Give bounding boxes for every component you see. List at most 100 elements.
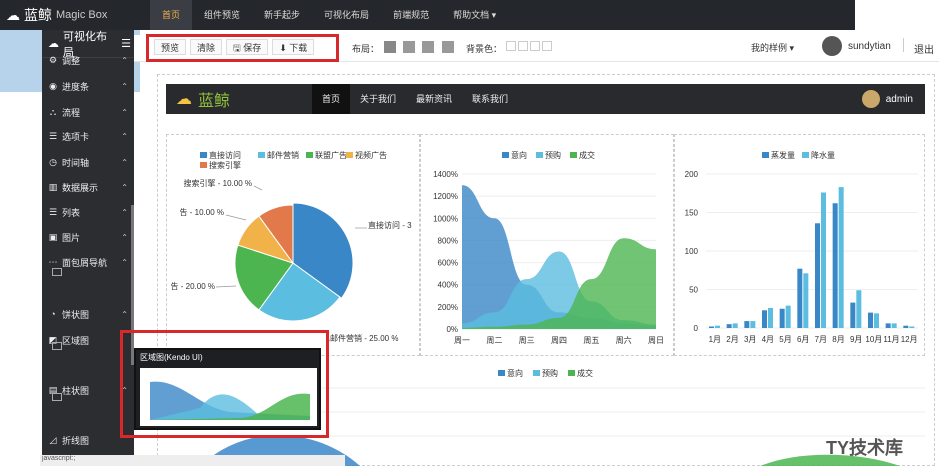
bar[interactable] xyxy=(750,321,756,328)
y-tick-label: 1200% xyxy=(433,192,458,201)
bar[interactable] xyxy=(732,323,738,328)
bottom-chart-legend: 意向 预购 成交 xyxy=(498,368,593,379)
x-tick-label: 6月 xyxy=(797,335,809,344)
pie-data-label: 直接访问 - 3 xyxy=(368,220,412,230)
legend-swatch xyxy=(802,152,809,158)
bar[interactable] xyxy=(797,268,803,328)
legend-entry[interactable]: 搜索引擎 xyxy=(209,160,241,170)
legend-label: 预购 xyxy=(542,369,558,378)
legend-entry[interactable]: 视频广告 xyxy=(355,150,387,160)
y-tick-label: 0% xyxy=(446,325,458,334)
pie-data-label: 告 - 20.00 % xyxy=(171,281,215,291)
x-tick-label: 11月 xyxy=(883,335,899,344)
legend-swatch xyxy=(568,370,575,376)
y-tick-label: 200% xyxy=(438,303,458,312)
x-tick-label: 周二 xyxy=(486,336,502,345)
bar[interactable] xyxy=(803,273,809,328)
x-tick-label: 周一 xyxy=(454,336,470,345)
legend-swatch xyxy=(200,162,207,168)
legend-entry[interactable]: 直接访问 xyxy=(209,150,241,160)
x-tick-label: 周四 xyxy=(551,336,567,345)
bar[interactable] xyxy=(715,325,720,328)
legend-swatch xyxy=(570,152,577,158)
legend-swatch xyxy=(258,152,265,158)
legend-entry[interactable]: 降水量 xyxy=(811,150,835,160)
bar-legend: 蒸发量 降水量 xyxy=(762,150,835,160)
bar[interactable] xyxy=(891,323,897,328)
legend-swatch xyxy=(200,152,207,158)
y-tick-label: 1000% xyxy=(433,214,458,223)
bar[interactable] xyxy=(885,323,891,328)
bar[interactable] xyxy=(744,321,750,328)
legend-swatch xyxy=(346,152,353,158)
legend-entry[interactable]: 邮件营销 xyxy=(267,150,299,160)
x-tick-label: 周三 xyxy=(519,336,535,345)
legend-entry[interactable]: 意向 xyxy=(498,368,523,379)
legend-entry[interactable]: 成交 xyxy=(568,368,593,379)
y-tick-label: 150 xyxy=(685,209,699,218)
bar[interactable] xyxy=(850,302,856,328)
y-tick-label: 600% xyxy=(438,259,458,268)
bar[interactable] xyxy=(768,307,773,328)
label-leader-line xyxy=(253,185,263,191)
legend-entry[interactable]: 预购 xyxy=(533,368,558,379)
x-tick-label: 2月 xyxy=(726,335,738,344)
x-tick-label: 7月 xyxy=(815,335,827,344)
label-leader-line xyxy=(225,214,247,221)
legend-swatch xyxy=(306,152,313,158)
legend-swatch xyxy=(533,370,540,376)
bar[interactable] xyxy=(909,326,915,328)
bar[interactable] xyxy=(838,187,844,328)
x-tick-label: 3月 xyxy=(744,335,756,344)
pie-data-label: 告 - 10.00 % xyxy=(180,207,224,217)
bar[interactable] xyxy=(709,326,714,328)
bar[interactable] xyxy=(856,290,862,328)
legend-label: 成交 xyxy=(577,369,593,378)
x-tick-label: 周六 xyxy=(616,335,632,345)
legend-swatch xyxy=(498,370,505,376)
pie-data-label: 邮件营销 - 25.00 % xyxy=(330,333,398,343)
x-tick-label: 周日 xyxy=(648,336,664,345)
y-tick-label: 400% xyxy=(438,281,458,290)
y-tick-label: 100 xyxy=(685,247,699,256)
y-tick-label: 800% xyxy=(438,236,458,245)
legend-swatch xyxy=(502,152,509,158)
bar[interactable] xyxy=(785,305,791,328)
watermark: TY技术库 xyxy=(826,438,904,458)
legend-entry[interactable]: 意向 xyxy=(511,150,527,160)
bar[interactable] xyxy=(874,313,879,328)
bar[interactable] xyxy=(815,223,820,328)
y-tick-label: 50 xyxy=(689,286,698,295)
legend-entry[interactable]: 预购 xyxy=(545,150,561,160)
legend-swatch xyxy=(536,152,543,158)
bar[interactable] xyxy=(762,310,767,328)
x-tick-label: 1月 xyxy=(709,335,721,344)
y-tick-label: 0 xyxy=(694,324,699,333)
legend-swatch xyxy=(762,152,769,158)
y-tick-label: 1400% xyxy=(433,170,458,179)
legend-entry[interactable]: 蒸发量 xyxy=(771,150,795,160)
bar[interactable] xyxy=(821,192,826,328)
status-bar: javascript:; xyxy=(40,455,345,466)
bar[interactable] xyxy=(832,203,838,328)
bar[interactable] xyxy=(903,325,909,328)
legend-label: 意向 xyxy=(507,369,523,378)
annotation-highlight-box xyxy=(120,330,329,438)
pie-legend: 直接访问 邮件营销 联盟广告 视频广告搜索引擎 xyxy=(200,150,387,170)
x-tick-label: 9月 xyxy=(850,335,862,344)
bar[interactable] xyxy=(868,312,873,328)
x-tick-label: 12月 xyxy=(901,335,918,344)
x-tick-label: 周五 xyxy=(583,336,599,345)
x-tick-label: 10月 xyxy=(865,335,882,344)
x-tick-label: 8月 xyxy=(832,335,844,344)
bar[interactable] xyxy=(779,308,785,328)
bar[interactable] xyxy=(726,324,732,328)
label-leader-line xyxy=(215,285,237,288)
area-legend: 意向 预购 成交 xyxy=(502,150,595,160)
legend-entry[interactable]: 联盟广告 xyxy=(315,150,347,160)
x-tick-label: 4月 xyxy=(762,335,774,344)
pie-data-label: 搜索引擎 - 10.00 % xyxy=(184,178,252,188)
y-tick-label: 200 xyxy=(685,170,699,179)
legend-entry[interactable]: 成交 xyxy=(579,150,595,160)
x-tick-label: 5月 xyxy=(779,335,791,344)
